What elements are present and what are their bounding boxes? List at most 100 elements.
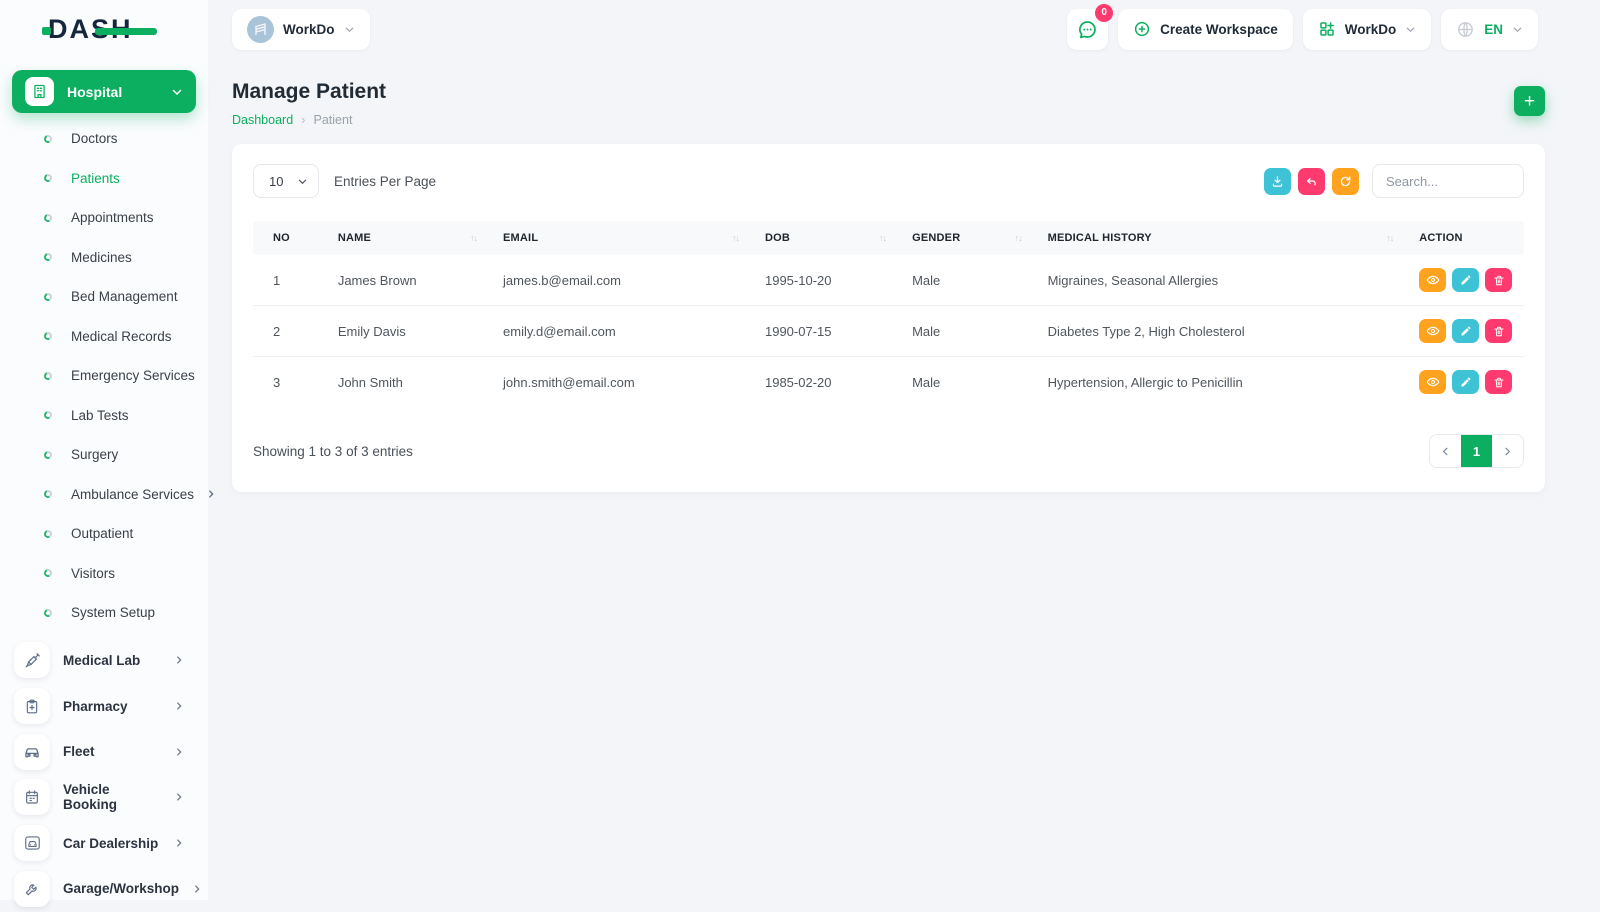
messages-button[interactable]: 0 <box>1067 3 1114 50</box>
wrench-icon <box>14 870 50 907</box>
sidebar: DASH Hospital Doctors Patients Appointment… <box>0 0 214 907</box>
bullet-icon <box>42 212 54 223</box>
export-button[interactable] <box>1264 167 1291 195</box>
pagination-prev-button[interactable] <box>1430 435 1461 467</box>
cell-email: james.b@email.com <box>503 272 621 288</box>
sidebar-item-medical-lab[interactable]: Medical Lab <box>0 638 208 684</box>
column-label: NO <box>273 232 290 244</box>
card-footer: Showing 1 to 3 of 3 entries 1 <box>253 434 1524 468</box>
sidebar-item-lab-tests[interactable]: Lab Tests <box>0 396 208 436</box>
sidebar-item-medical-records[interactable]: Medical Records <box>0 317 208 357</box>
car-icon <box>14 733 50 770</box>
column-header-gender[interactable]: GENDER ↑↓ <box>902 221 1038 255</box>
delete-button[interactable] <box>1485 319 1513 343</box>
sidebar-item-system-setup[interactable]: System Setup <box>0 593 208 633</box>
bullet-icon <box>42 410 54 421</box>
sort-icon[interactable]: ↑↓ <box>732 233 745 243</box>
workspace-label: WorkDo <box>283 21 335 37</box>
view-button[interactable] <box>1419 268 1447 292</box>
edit-button[interactable] <box>1452 319 1480 343</box>
entries-per-page-select[interactable]: 10 <box>253 164 319 198</box>
add-patient-button[interactable]: + <box>1514 86 1545 116</box>
toolbar-buttons <box>1264 167 1359 195</box>
bullet-icon <box>42 607 54 618</box>
bullet-icon <box>42 252 54 263</box>
search-input[interactable] <box>1372 164 1524 198</box>
edit-button[interactable] <box>1452 370 1480 394</box>
chevron-down-icon <box>1405 24 1416 35</box>
chevron-down-icon <box>1512 24 1523 35</box>
sidebar-item-vehicle-booking[interactable]: Vehicle Booking <box>0 775 208 821</box>
app-logo[interactable]: DASH <box>0 0 208 58</box>
sidebar-item-doctors[interactable]: Doctors <box>0 119 208 159</box>
calendar-icon <box>14 779 50 816</box>
sort-icon[interactable]: ↑↓ <box>1386 233 1399 243</box>
pagination-next-button[interactable] <box>1492 435 1523 467</box>
sort-icon[interactable]: ↑↓ <box>1015 233 1028 243</box>
sidebar-item-car-dealership[interactable]: Car Dealership <box>0 820 208 866</box>
entries-value: 10 <box>269 173 284 189</box>
breadcrumb-current: Patient <box>313 112 353 127</box>
sidebar-item-label: Bed Management <box>71 289 178 305</box>
sidebar-group-hospital[interactable]: Hospital <box>12 70 196 113</box>
column-label: EMAIL <box>503 232 539 244</box>
sidebar-item-appointments[interactable]: Appointments <box>0 198 208 238</box>
bullet-icon <box>42 568 54 579</box>
language-selector[interactable]: EN <box>1441 8 1538 50</box>
clipboard-plus-icon <box>14 688 50 725</box>
create-workspace-button[interactable]: Create Workspace <box>1118 8 1293 50</box>
column-header-action: ACTION <box>1409 221 1524 255</box>
column-header-medical-history[interactable]: MEDICAL HISTORY ↑↓ <box>1037 221 1410 255</box>
sidebar-item-bed-management[interactable]: Bed Management <box>0 277 208 317</box>
table-toolbar: 10 Entries Per Page <box>253 164 1524 198</box>
column-header-name[interactable]: NAME ↑↓ <box>327 221 494 255</box>
toolbar-actions <box>1264 164 1524 198</box>
sidebar-item-surgery[interactable]: Surgery <box>0 435 208 475</box>
circle-plus-icon <box>1133 20 1151 38</box>
sidebar-item-ambulance-services[interactable]: Ambulance Services <box>0 475 214 515</box>
view-button[interactable] <box>1419 370 1447 394</box>
eye-icon <box>1426 376 1440 388</box>
sidebar-item-label: Medicines <box>71 249 132 265</box>
sort-icon[interactable]: ↑↓ <box>470 233 483 243</box>
cell-gender: Male <box>902 305 1038 357</box>
undo-icon <box>1305 175 1318 188</box>
pagination-current-page[interactable]: 1 <box>1461 435 1492 467</box>
sidebar-item-emergency-services[interactable]: Emergency Services <box>0 356 208 396</box>
sidebar-item-visitors[interactable]: Visitors <box>0 554 208 594</box>
bullet-icon <box>42 528 54 539</box>
main-content: Manage Patient Dashboard › Patient + 10 … <box>208 58 1600 492</box>
sidebar-item-pharmacy[interactable]: Pharmacy <box>0 683 208 729</box>
sidebar-item-label: Emergency Services <box>71 368 195 384</box>
delete-button[interactable] <box>1485 370 1513 394</box>
chevron-right-icon <box>174 655 184 665</box>
sidebar-item-label: Medical Lab <box>63 652 141 668</box>
cell-dob: 1985-02-20 <box>754 356 903 407</box>
building-avatar-icon <box>247 15 274 43</box>
sidebar-item-fleet[interactable]: Fleet <box>0 729 208 775</box>
topbar-actions: 0 Create Workspace WorkDo EN <box>1067 3 1538 50</box>
view-button[interactable] <box>1419 319 1447 343</box>
sidebar-item-label: System Setup <box>71 605 156 621</box>
delete-button[interactable] <box>1485 268 1513 292</box>
sidebar-hospital-items: Doctors Patients Appointments Medicines Bed … <box>0 119 214 633</box>
workdo-menu-button[interactable]: WorkDo <box>1302 8 1432 50</box>
sidebar-item-garage-workshop[interactable]: Garage/Workshop <box>0 866 208 912</box>
column-header-email[interactable]: EMAIL ↑↓ <box>493 221 755 255</box>
sidebar-item-label: Patients <box>71 170 120 186</box>
sort-icon[interactable]: ↑↓ <box>879 233 892 243</box>
breadcrumb-dashboard-link[interactable]: Dashboard <box>232 113 293 127</box>
chevron-right-icon <box>174 838 184 848</box>
sidebar-item-medicines[interactable]: Medicines <box>0 238 208 278</box>
create-workspace-label: Create Workspace <box>1160 21 1278 37</box>
cell-history: Migraines, Seasonal Allergies <box>1047 272 1219 288</box>
download-icon <box>1271 175 1284 188</box>
refresh-button[interactable] <box>1332 167 1359 195</box>
sidebar-item-outpatient[interactable]: Outpatient <box>0 514 208 554</box>
edit-button[interactable] <box>1452 268 1480 292</box>
workspace-selector[interactable]: WorkDo <box>232 8 370 50</box>
chevron-down-icon <box>297 176 308 187</box>
sidebar-item-patients[interactable]: Patients <box>0 159 208 199</box>
column-header-dob[interactable]: DOB ↑↓ <box>754 221 903 255</box>
reset-button[interactable] <box>1298 167 1325 195</box>
